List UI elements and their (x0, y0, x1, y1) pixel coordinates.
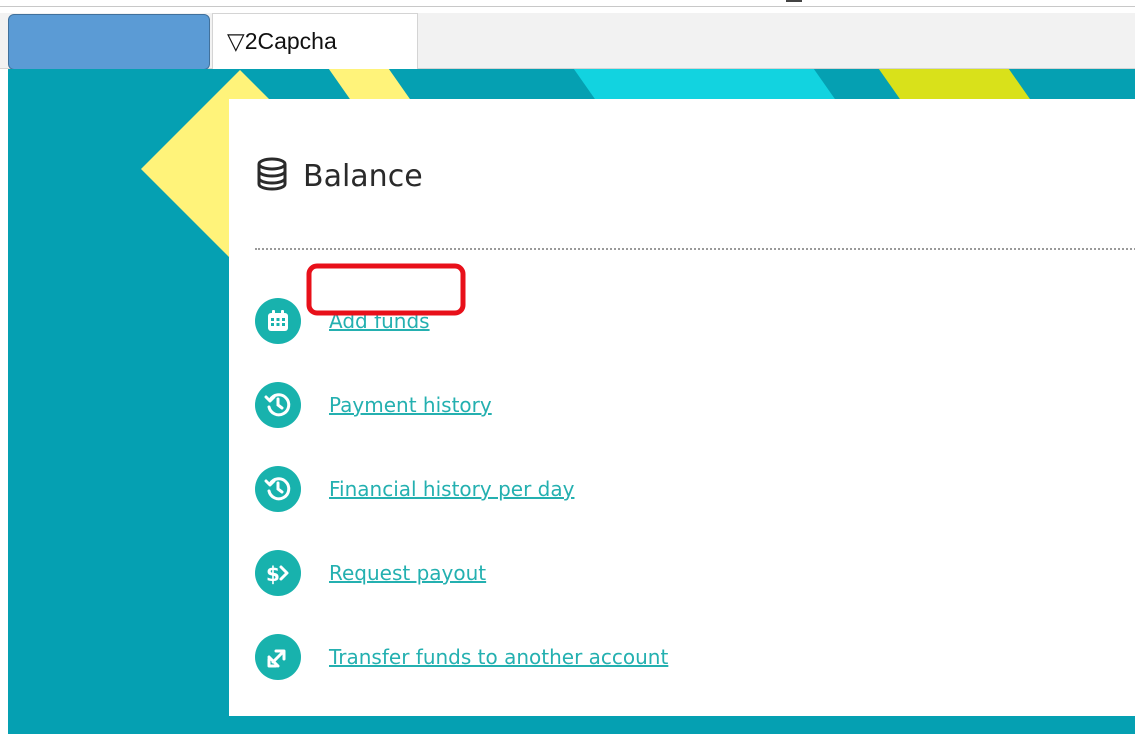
decor-bottom-strip (8, 716, 1135, 734)
browser-window: ▽2Capcha Balance Add funds Payment histo… (0, 0, 1135, 734)
page-content: Balance Add funds Payment history Financ… (8, 69, 1135, 734)
card-title: Balance (303, 158, 423, 194)
transfer-arrows-icon (255, 634, 301, 680)
calendar-icon (255, 298, 301, 344)
tab-2capcha[interactable]: ▽2Capcha (212, 13, 418, 69)
dollar-arrow-icon: $ (255, 550, 301, 596)
history-icon (255, 382, 301, 428)
balance-links: Add funds Payment history Financial hist… (255, 279, 1135, 699)
payment-history-link[interactable]: Payment history (329, 393, 492, 417)
card-header: Balance (255, 157, 423, 195)
add-funds-highlight (298, 254, 466, 324)
history-icon (255, 466, 301, 512)
request-payout-link[interactable]: Request payout (329, 561, 486, 585)
link-row-financial-history[interactable]: Financial history per day (255, 447, 1135, 531)
svg-text:$: $ (266, 562, 280, 586)
link-row-transfer-funds[interactable]: Transfer funds to another account (255, 615, 1135, 699)
tab-2capcha-label: ▽2Capcha (227, 28, 337, 54)
tab-redacted[interactable] (8, 14, 210, 70)
window-top-border (0, 6, 1135, 7)
window-minimize-mark (786, 0, 802, 2)
link-row-request-payout[interactable]: $ Request payout (255, 531, 1135, 615)
balance-card: Balance Add funds Payment history Financ… (229, 99, 1135, 716)
header-divider (255, 248, 1135, 250)
transfer-funds-link[interactable]: Transfer funds to another account (329, 645, 668, 669)
link-row-payment-history[interactable]: Payment history (255, 363, 1135, 447)
database-icon (255, 157, 289, 195)
financial-history-per-day-link[interactable]: Financial history per day (329, 477, 574, 501)
